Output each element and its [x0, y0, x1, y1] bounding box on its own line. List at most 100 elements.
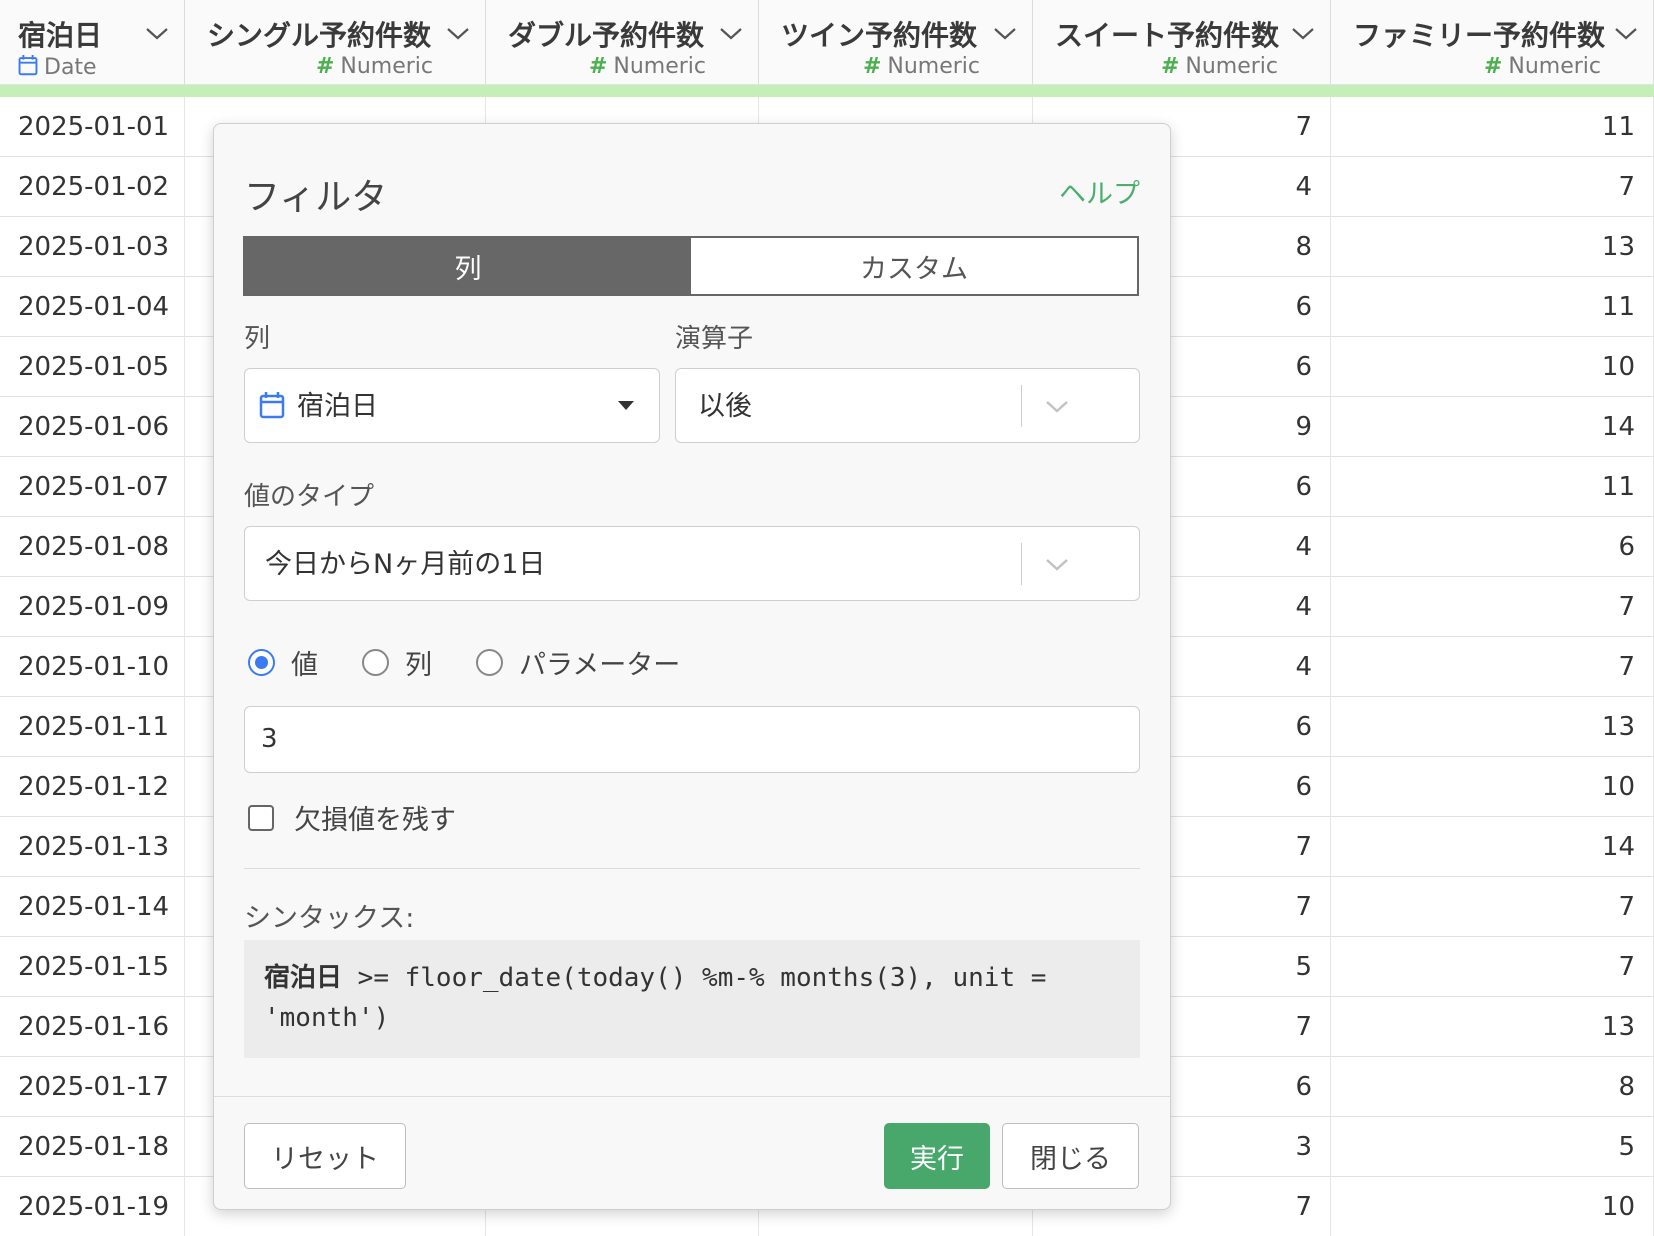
- table-cell: 7: [1331, 877, 1654, 937]
- column-select[interactable]: 宿泊日: [244, 368, 660, 443]
- column-header-1[interactable]: シングル予約件数 # Numeric: [185, 0, 486, 85]
- value-input[interactable]: 3: [244, 706, 1140, 773]
- table-cell: 7: [1331, 937, 1654, 997]
- syntax-expression-line2: 'month'): [264, 1003, 390, 1033]
- table-cell: 2025-01-17: [0, 1057, 185, 1117]
- calendar-icon: [259, 392, 285, 419]
- table-cell: 10: [1331, 337, 1654, 397]
- chevron-down-icon[interactable]: [992, 22, 1018, 44]
- table-cell: 2025-01-14: [0, 877, 185, 937]
- column-header-5[interactable]: ファミリー予約件数 # Numeric: [1331, 0, 1654, 85]
- table-cell: 2025-01-07: [0, 457, 185, 517]
- column-header-4[interactable]: スイート予約件数 # Numeric: [1033, 0, 1331, 85]
- select-divider: [1021, 385, 1022, 427]
- column-header-0[interactable]: 宿泊日 Date: [0, 0, 185, 85]
- radio-column[interactable]: 列: [362, 643, 432, 682]
- hash-icon: #: [588, 54, 608, 79]
- syntax-label: シンタックス:: [244, 903, 415, 934]
- table-cell: 7: [1331, 637, 1654, 697]
- radio-column-circle[interactable]: [362, 648, 389, 676]
- radio-value-label: 値: [291, 649, 318, 681]
- table-cell: 11: [1331, 97, 1654, 157]
- chevron-down-icon[interactable]: [718, 22, 744, 44]
- keep-na-checkbox[interactable]: [248, 804, 274, 831]
- column-header-name: ダブル予約件数: [508, 19, 705, 52]
- help-link[interactable]: ヘルプ: [1059, 172, 1140, 211]
- table-cell: 6: [1331, 517, 1654, 577]
- reset-button[interactable]: リセット: [244, 1123, 406, 1189]
- column-header-name: シングル予約件数: [207, 19, 432, 52]
- column-type-label: Numeric: [1185, 54, 1278, 79]
- column-header-name: スイート予約件数: [1055, 19, 1280, 52]
- column-header-name: ファミリー予約件数: [1353, 19, 1606, 52]
- column-header-2[interactable]: ダブル予約件数 # Numeric: [486, 0, 759, 85]
- hash-icon: #: [862, 54, 882, 79]
- table-cell: 13: [1331, 217, 1654, 277]
- chevron-down-icon[interactable]: [1613, 22, 1639, 44]
- chevron-down-icon: [1046, 401, 1068, 413]
- caret-down-icon: [618, 401, 634, 410]
- divider: [244, 868, 1140, 869]
- table-cell: 2025-01-05: [0, 337, 185, 397]
- table-cell: 2025-01-18: [0, 1117, 185, 1177]
- column-type-label: Numeric: [340, 54, 433, 79]
- run-button[interactable]: 実行: [884, 1123, 990, 1189]
- column-header-type: # Numeric: [1161, 54, 1278, 79]
- radio-parameter[interactable]: パラメーター: [476, 643, 680, 682]
- column-header-type: # Numeric: [1484, 54, 1601, 79]
- radio-value-circle[interactable]: [248, 648, 275, 676]
- column-type-label: Numeric: [887, 54, 980, 79]
- table-cell: 2025-01-03: [0, 217, 185, 277]
- table-cell: 11: [1331, 277, 1654, 337]
- chevron-down-icon: [1046, 559, 1068, 571]
- table-cell: 2025-01-02: [0, 157, 185, 217]
- radio-parameter-circle[interactable]: [476, 648, 503, 676]
- column-type-label: Numeric: [613, 54, 706, 79]
- value-source-radio-group: 値 列 パラメーター: [248, 643, 724, 682]
- value-type-label: 値のタイプ: [244, 482, 375, 512]
- calendar-icon: [18, 55, 38, 76]
- table-cell: 11: [1331, 457, 1654, 517]
- chevron-down-icon[interactable]: [445, 22, 471, 44]
- tab-custom[interactable]: カスタム: [691, 238, 1137, 294]
- tab-column[interactable]: 列: [245, 238, 691, 294]
- keep-na-option[interactable]: 欠損値を残す: [248, 798, 456, 837]
- column-header-type: # Numeric: [316, 54, 433, 79]
- column-select-value: 宿泊日: [297, 391, 378, 422]
- close-button[interactable]: 閉じる: [1002, 1123, 1139, 1189]
- hash-icon: #: [1483, 54, 1503, 79]
- table-cell: 14: [1331, 397, 1654, 457]
- column-header-type: Date: [18, 54, 97, 80]
- table-cell: 8: [1331, 1057, 1654, 1117]
- grid-header-row: 宿泊日 Date シングル予約件数 # Numeric ダブル予約件数 # Numeric ツイ…: [0, 0, 1654, 85]
- syntax-column-name: 宿泊日: [264, 963, 343, 993]
- select-divider: [1021, 543, 1022, 585]
- table-cell: 2025-01-16: [0, 997, 185, 1057]
- chevron-down-icon[interactable]: [144, 22, 170, 44]
- table-cell: 10: [1331, 1177, 1654, 1236]
- operator-select[interactable]: 以後: [675, 368, 1140, 443]
- hash-icon: #: [315, 54, 335, 79]
- table-cell: 7: [1331, 577, 1654, 637]
- table-cell: 13: [1331, 997, 1654, 1057]
- radio-column-label: 列: [405, 649, 432, 681]
- table-cell: 2025-01-15: [0, 937, 185, 997]
- table-cell: 2025-01-12: [0, 757, 185, 817]
- dialog-title: フィルタ: [244, 177, 388, 218]
- syntax-preview: 宿泊日 >= floor_date(today() %m-% months(3)…: [244, 940, 1140, 1058]
- column-header-type: # Numeric: [589, 54, 706, 79]
- value-type-select-value: 今日からNヶ月前の1日: [265, 549, 546, 580]
- filter-dialog: フィルタ ヘルプ 列 カスタム 列 演算子 宿泊日 以後 値のタイプ 今日からN…: [213, 123, 1171, 1210]
- column-header-3[interactable]: ツイン予約件数 # Numeric: [759, 0, 1033, 85]
- table-cell: 2025-01-19: [0, 1177, 185, 1236]
- table-cell: 10: [1331, 757, 1654, 817]
- column-header-name: 宿泊日: [18, 19, 103, 52]
- radio-value[interactable]: 値: [248, 643, 318, 682]
- table-cell: 5: [1331, 1117, 1654, 1177]
- operator-select-value: 以後: [698, 391, 752, 422]
- table-cell: 2025-01-06: [0, 397, 185, 457]
- column-type-label: Numeric: [1508, 54, 1601, 79]
- table-cell: 2025-01-01: [0, 97, 185, 157]
- chevron-down-icon[interactable]: [1290, 22, 1316, 44]
- value-type-select[interactable]: 今日からNヶ月前の1日: [244, 526, 1140, 601]
